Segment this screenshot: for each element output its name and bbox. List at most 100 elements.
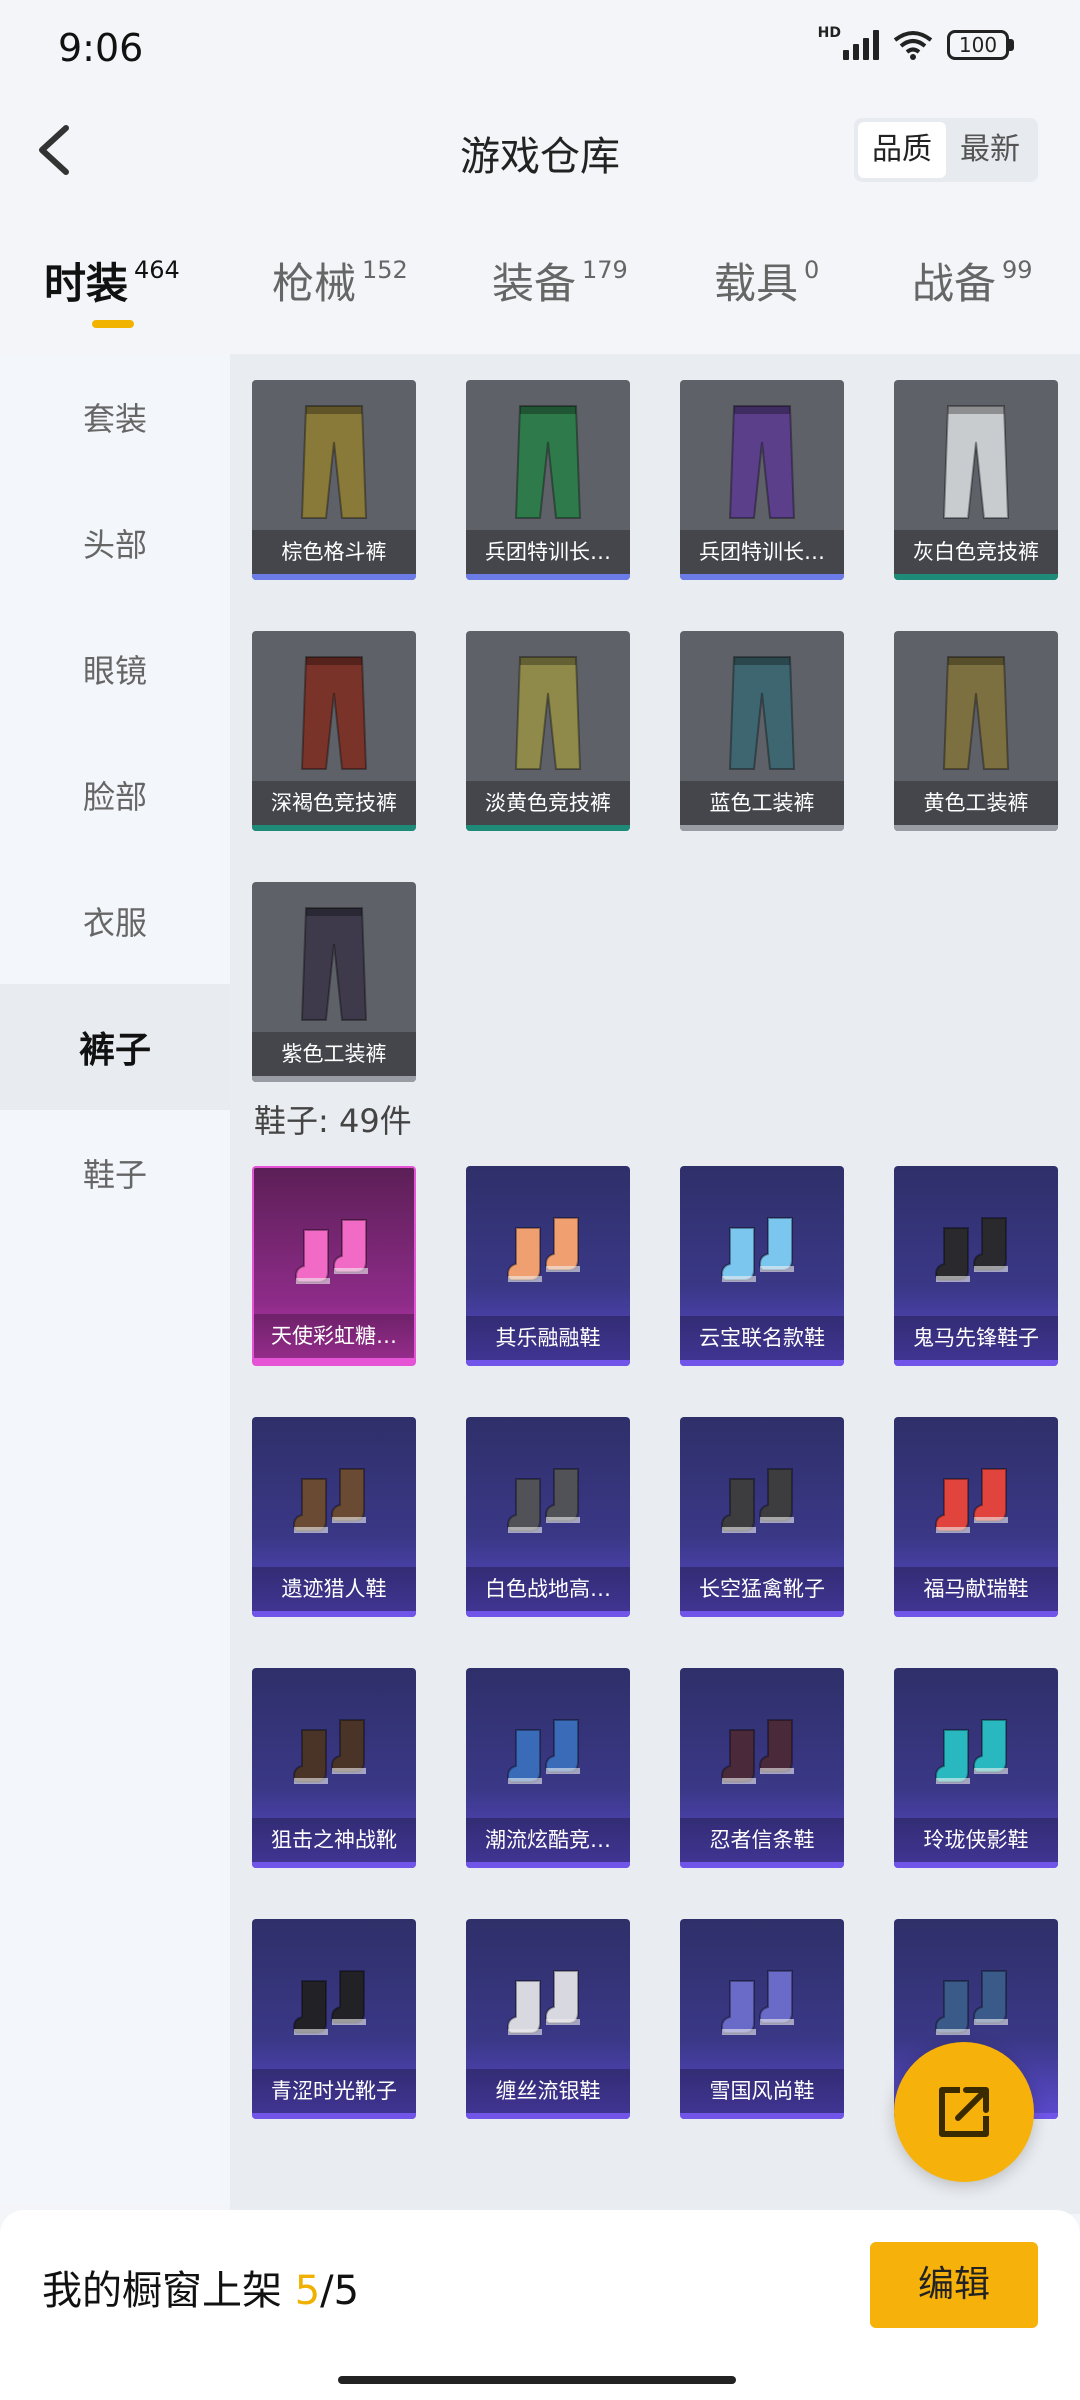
rarity-bar xyxy=(894,574,1058,580)
tab-label: 枪械 xyxy=(272,259,357,308)
shoes-section-label: 鞋子: 49件 xyxy=(254,1102,412,1140)
shoes-item-card[interactable]: 遗迹猎人鞋 xyxy=(252,1417,416,1617)
pants-item-card[interactable]: 兵团特训长… xyxy=(680,380,844,580)
item-name: 玲珑侠影鞋 xyxy=(894,1818,1058,1862)
shoes-item-card[interactable]: 其乐融融鞋 xyxy=(466,1166,630,1366)
rarity-bar xyxy=(466,1862,630,1868)
item-name: 深褐色竞技裤 xyxy=(252,781,416,825)
pants-image xyxy=(292,653,376,773)
sort-quality-button[interactable]: 品质 xyxy=(858,122,946,178)
pants-image xyxy=(292,904,376,1024)
rarity-bar xyxy=(252,2113,416,2119)
tab-label: 载具 xyxy=(714,259,799,308)
pants-item-card[interactable]: 深褐色竞技裤 xyxy=(252,631,416,831)
item-name: 狙击之神战靴 xyxy=(252,1818,416,1862)
rarity-bar xyxy=(680,1611,844,1617)
shoes-item-card[interactable]: 福马献瑞鞋 xyxy=(894,1417,1058,1617)
status-bar: 9:06 HD 100 xyxy=(0,0,1080,100)
signal-icon xyxy=(843,30,879,60)
tab-label: 装备 xyxy=(492,259,577,308)
shelf-count: 5 xyxy=(294,2268,321,2314)
pants-item-card[interactable]: 棕色格斗裤 xyxy=(252,380,416,580)
rarity-bar xyxy=(680,1862,844,1868)
shelf-total: /5 xyxy=(320,2268,360,2314)
item-name: 紫色工装裤 xyxy=(252,1032,416,1076)
pants-image xyxy=(506,402,590,522)
pants-item-card[interactable]: 黄色工装裤 xyxy=(894,631,1058,831)
shoes-item-card[interactable]: 云宝联名款鞋 xyxy=(680,1166,844,1366)
category-tabs: 时装 464 枪械 152 装备 179 载具 0 战备 99 xyxy=(0,250,1080,340)
tab-fashion[interactable]: 时装 464 xyxy=(44,250,180,311)
item-name: 白色战地高… xyxy=(466,1567,630,1611)
rarity-bar xyxy=(466,825,630,831)
sidebar-item-set[interactable]: 套装 xyxy=(0,354,230,480)
pants-item-card[interactable]: 灰白色竞技裤 xyxy=(894,380,1058,580)
status-time: 9:06 xyxy=(58,26,144,70)
pants-image xyxy=(934,653,1018,773)
pants-image xyxy=(934,402,1018,522)
pants-item-card[interactable]: 蓝色工装裤 xyxy=(680,631,844,831)
pants-item-card[interactable]: 紫色工装裤 xyxy=(252,882,416,1082)
shoes-image xyxy=(710,1188,814,1308)
sidebar-item-glasses[interactable]: 眼镜 xyxy=(0,606,230,732)
shelf-label: 我的橱窗上架 xyxy=(42,2268,295,2314)
rarity-bar xyxy=(466,1360,630,1366)
tab-guns[interactable]: 枪械 152 xyxy=(272,250,408,311)
shoes-item-card[interactable]: 玲珑侠影鞋 xyxy=(894,1668,1058,1868)
rarity-bar xyxy=(252,825,416,831)
shoes-image xyxy=(710,1941,814,2061)
item-name: 棕色格斗裤 xyxy=(252,530,416,574)
item-name: 忍者信条鞋 xyxy=(680,1818,844,1862)
shoes-item-card[interactable]: 青涩时光靴子 xyxy=(252,1919,416,2119)
shoes-item-card[interactable]: 潮流炫酷竞… xyxy=(466,1668,630,1868)
tab-equipment[interactable]: 装备 179 xyxy=(492,250,628,311)
shoes-item-card[interactable]: 缠丝流银鞋 xyxy=(466,1919,630,2119)
shoes-item-card[interactable]: 长空猛禽靴子 xyxy=(680,1417,844,1617)
shoes-item-card[interactable]: 白色战地高… xyxy=(466,1417,630,1617)
shoes-image xyxy=(282,1690,386,1810)
shoes-item-card[interactable]: 天使彩虹糖… xyxy=(252,1166,416,1366)
shoes-item-card[interactable]: 雪国风尚鞋 xyxy=(680,1919,844,2119)
item-name: 潮流炫酷竞… xyxy=(466,1818,630,1862)
item-name: 其乐融融鞋 xyxy=(466,1316,630,1360)
pants-item-card[interactable]: 淡黄色竞技裤 xyxy=(466,631,630,831)
home-indicator[interactable] xyxy=(338,2376,736,2384)
shoes-item-card[interactable]: 忍者信条鞋 xyxy=(680,1668,844,1868)
rarity-bar xyxy=(680,574,844,580)
shoes-item-card[interactable]: 鬼马先锋鞋子 xyxy=(894,1166,1058,1366)
sort-latest-button[interactable]: 最新 xyxy=(946,122,1034,178)
sidebar-item-clothes[interactable]: 衣服 xyxy=(0,858,230,984)
wifi-icon xyxy=(893,31,933,60)
tab-count: 0 xyxy=(804,256,820,284)
sidebar-item-head[interactable]: 头部 xyxy=(0,480,230,606)
sidebar-item-shoes[interactable]: 鞋子 xyxy=(0,1110,230,1236)
sidebar-item-pants[interactable]: 裤子 xyxy=(0,984,230,1110)
rarity-bar xyxy=(252,1076,416,1082)
shoes-item-card[interactable]: 狙击之神战靴 xyxy=(252,1668,416,1868)
pants-image xyxy=(506,653,590,773)
shoes-image xyxy=(282,1439,386,1559)
shoes-image xyxy=(496,1690,600,1810)
share-button[interactable] xyxy=(894,2042,1034,2182)
tab-supplies[interactable]: 战备 99 xyxy=(912,250,1033,311)
pants-image xyxy=(720,402,804,522)
tab-count: 99 xyxy=(1002,256,1033,284)
rarity-bar xyxy=(680,1360,844,1366)
edit-button[interactable]: 编辑 xyxy=(870,2242,1038,2328)
shoes-image xyxy=(284,1190,388,1310)
sidebar-item-face[interactable]: 脸部 xyxy=(0,732,230,858)
shoes-image xyxy=(496,1188,600,1308)
item-name: 淡黄色竞技裤 xyxy=(466,781,630,825)
pants-item-card[interactable]: 兵团特训长… xyxy=(466,380,630,580)
item-grid: 鞋子: 49件 棕色格斗裤 兵团特训长… 兵团特训长… 灰白色竞技裤深褐色竞技裤 淡黄色… xyxy=(230,354,1080,2214)
battery-icon: 100 xyxy=(947,30,1014,60)
shoes-image xyxy=(496,1941,600,2061)
rarity-bar xyxy=(894,1862,1058,1868)
rarity-bar xyxy=(894,1360,1058,1366)
sort-toggle: 品质 最新 xyxy=(854,118,1038,182)
tab-count: 179 xyxy=(582,256,628,284)
rarity-bar xyxy=(252,1611,416,1617)
active-tab-indicator xyxy=(92,320,134,328)
tab-vehicles[interactable]: 载具 0 xyxy=(714,250,819,311)
header: 游戏仓库 品质 最新 xyxy=(0,110,1080,190)
